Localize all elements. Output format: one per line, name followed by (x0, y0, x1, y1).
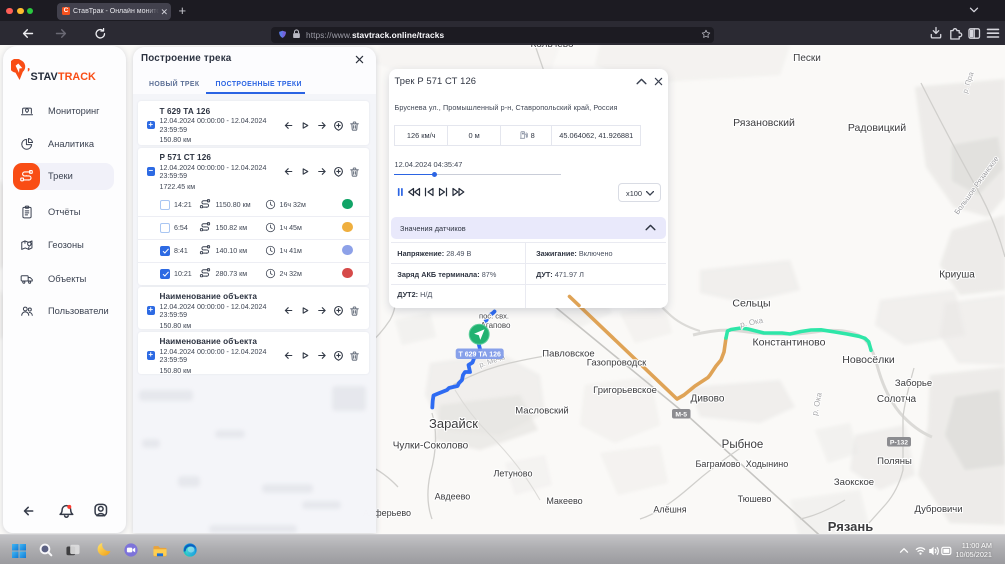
svg-text:Зарайск: Зарайск (429, 416, 478, 431)
svg-text:Дивово: Дивово (691, 394, 725, 405)
svg-text:Кольчево: Кольчево (530, 45, 574, 50)
svg-text:Авдеево: Авдеево (435, 492, 471, 502)
svg-text:Макеево: Макеево (546, 496, 582, 506)
svg-text:Т 629 ТА 126: Т 629 ТА 126 (459, 351, 501, 358)
svg-text:Заборье: Заборье (895, 378, 932, 389)
svg-text:Алёшня: Алёшня (653, 505, 686, 515)
svg-text:Заокское: Заокское (834, 477, 874, 488)
svg-text:Радовицкий: Радовицкий (848, 122, 906, 134)
svg-text:пос. свх.: пос. свх. (479, 312, 509, 321)
svg-text:Дубровичи: Дубровичи (914, 504, 962, 515)
svg-text:Рязановский: Рязановский (733, 117, 795, 129)
svg-text:Рыбное: Рыбное (722, 439, 764, 451)
svg-text:Криуша: Криуша (939, 270, 975, 281)
svg-text:Летуново: Летуново (494, 469, 533, 479)
svg-text:TRACK: TRACK (58, 71, 96, 83)
svg-text:Газопроводск: Газопроводск (587, 358, 647, 369)
svg-text:М-5: М-5 (675, 411, 687, 418)
svg-text:STAV: STAV (31, 71, 59, 83)
svg-text:Сельцы: Сельцы (732, 298, 770, 310)
svg-text:Баграмово: Баграмово (695, 459, 740, 469)
svg-text:Солотча: Солотча (877, 394, 917, 405)
svg-text:Григорьевское: Григорьевское (593, 385, 657, 396)
svg-text:Масловский: Масловский (515, 406, 568, 417)
svg-text:Рязань: Рязань (828, 519, 873, 534)
svg-text:Чулки-Соколово: Чулки-Соколово (393, 441, 469, 452)
svg-text:Поляны: Поляны (877, 456, 912, 467)
svg-text:Пески: Пески (793, 53, 821, 64)
svg-text:Тюшево: Тюшево (738, 494, 772, 504)
svg-text:Р-132: Р-132 (890, 439, 908, 446)
svg-text:Константиново: Константиново (753, 337, 826, 349)
svg-text:Новосёлки: Новосёлки (842, 354, 895, 366)
svg-text:Ходынино: Ходынино (746, 459, 788, 469)
